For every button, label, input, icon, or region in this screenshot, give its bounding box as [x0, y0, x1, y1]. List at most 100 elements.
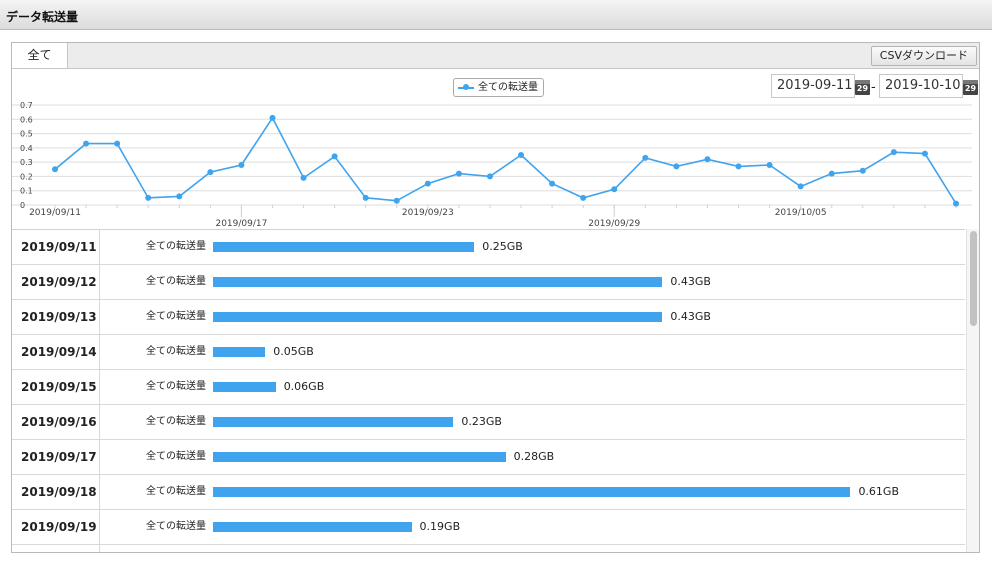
row-bar [213, 312, 663, 322]
row-bar [213, 487, 851, 497]
row-series-label: 全ての転送量 [146, 346, 206, 357]
table-scrollbar[interactable] [966, 229, 979, 552]
data-point [921, 150, 928, 157]
data-point [642, 154, 649, 161]
row-date: 2019/09/15 [12, 370, 100, 404]
table-row: 2019/09/15 全ての転送量 0.06GB [12, 370, 965, 405]
data-point [518, 152, 525, 158]
row-series-label: 全ての転送量 [146, 486, 206, 497]
data-point [766, 162, 773, 168]
legend-marker-icon [458, 84, 474, 90]
y-tick-label: 0.2 [20, 172, 33, 181]
row-date: 2019/09/11 [12, 230, 100, 264]
x-tick-label: 2019/09/11 [29, 208, 81, 218]
data-point [580, 194, 587, 201]
page-header: データ転送量 [0, 0, 992, 30]
date-separator: - [871, 80, 876, 95]
row-date [12, 545, 100, 552]
end-date-input[interactable]: 2019-10-10 [879, 74, 963, 98]
data-point [331, 153, 338, 160]
x-axis-ticks: 2019/09/11 2019/09/17 2019/09/23 2019/09/29… [29, 208, 827, 229]
data-point [859, 167, 866, 174]
data-point [828, 170, 835, 177]
table-row: 2019/09/16 全ての転送量 0.23GB [12, 405, 965, 440]
legend-label: 全ての転送量 [478, 82, 538, 93]
row-value: 0.19GB [419, 520, 461, 533]
y-tick-label: 0.4 [20, 144, 33, 153]
data-point [890, 149, 897, 156]
data-point [455, 170, 462, 177]
table-row: 2019/09/18 全ての転送量 0.61GB [12, 475, 965, 510]
row-date: 2019/09/16 [12, 405, 100, 439]
data-point [269, 114, 276, 121]
y-tick-label: 0.6 [20, 115, 33, 124]
row-bar [213, 382, 276, 392]
data-point [486, 173, 493, 180]
table-row [12, 545, 965, 552]
end-calendar-icon[interactable]: 29 [963, 80, 978, 95]
row-bar [213, 242, 475, 252]
table-row: 2019/09/19 全ての転送量 0.19GB [12, 510, 965, 545]
y-tick-label: 0.3 [20, 158, 33, 167]
data-point [145, 194, 152, 201]
row-bar [213, 347, 266, 357]
data-point [549, 180, 556, 187]
row-series-label: 全ての転送量 [146, 416, 206, 427]
row-value: 0.28GB [513, 450, 555, 463]
row-date: 2019/09/17 [12, 440, 100, 474]
table-row: 2019/09/14 全ての転送量 0.05GB [12, 335, 965, 370]
row-series-label: 全ての転送量 [146, 521, 206, 532]
row-value: 0.05GB [273, 345, 314, 358]
y-tick-label: 0.5 [20, 130, 33, 139]
row-series-label: 全ての転送量 [146, 276, 206, 287]
data-point [176, 193, 183, 200]
row-date: 2019/09/19 [12, 510, 100, 544]
y-axis-ticks: 0 0.1 0.2 0.3 0.4 0.5 0.6 0.7 [20, 101, 33, 210]
row-date: 2019/09/18 [12, 475, 100, 509]
data-point [238, 162, 245, 168]
row-series-label: 全ての転送量 [146, 451, 206, 462]
data-table: 2019/09/11 全ての転送量 0.25GB 2019/09/12 全ての転送量 0.… [12, 229, 965, 552]
x-tick-label: 2019/09/17 [215, 219, 267, 229]
table-row: 2019/09/12 全ての転送量 0.43GB [12, 265, 965, 300]
start-date-input[interactable]: 2019-09-11 [771, 74, 855, 98]
chart-legend[interactable]: 全ての転送量 [453, 78, 544, 97]
data-point [362, 194, 369, 201]
transfer-panel: 全て CSVダウンロード 0 0.1 0.2 0.3 0.4 0.5 0.6 0.7 2019… [11, 42, 980, 553]
data-point [83, 140, 90, 147]
row-date: 2019/09/14 [12, 335, 100, 369]
data-point [797, 183, 804, 190]
data-point [735, 163, 742, 170]
x-tick-label: 2019/09/29 [588, 219, 640, 229]
series-points [52, 114, 959, 207]
data-point [673, 163, 680, 170]
row-date: 2019/09/13 [12, 300, 100, 334]
row-bar [213, 522, 412, 532]
table-row: 2019/09/11 全ての転送量 0.25GB [12, 230, 965, 265]
data-point [393, 197, 400, 204]
data-point [704, 156, 711, 163]
data-point [300, 174, 307, 181]
x-tick-label: 2019/10/05 [775, 208, 827, 218]
table-row: 2019/09/17 全ての転送量 0.28GB [12, 440, 965, 475]
start-calendar-icon[interactable]: 29 [855, 80, 870, 95]
data-point [953, 200, 959, 207]
row-bar [213, 417, 454, 427]
y-tick-label: 0 [20, 201, 25, 210]
row-value: 0.06GB [283, 380, 325, 393]
scrollbar-thumb[interactable] [970, 231, 977, 326]
data-point [207, 169, 214, 176]
row-series-label: 全ての転送量 [146, 381, 206, 392]
row-value: 0.61GB [858, 485, 899, 498]
data-point [424, 180, 431, 187]
row-bar [213, 277, 663, 287]
y-tick-label: 0.1 [20, 187, 33, 196]
chart-grid [12, 104, 972, 217]
data-point [52, 166, 58, 173]
line-chart: 00.10.20.30.40.50.60.7 2019/09/112019/09… [12, 101, 972, 229]
data-point [114, 140, 121, 147]
x-tick-label: 2019/09/23 [402, 208, 454, 218]
row-date: 2019/09/12 [12, 265, 100, 299]
y-tick-label: 0.7 [20, 101, 33, 110]
row-value: 0.43GB [670, 275, 711, 288]
